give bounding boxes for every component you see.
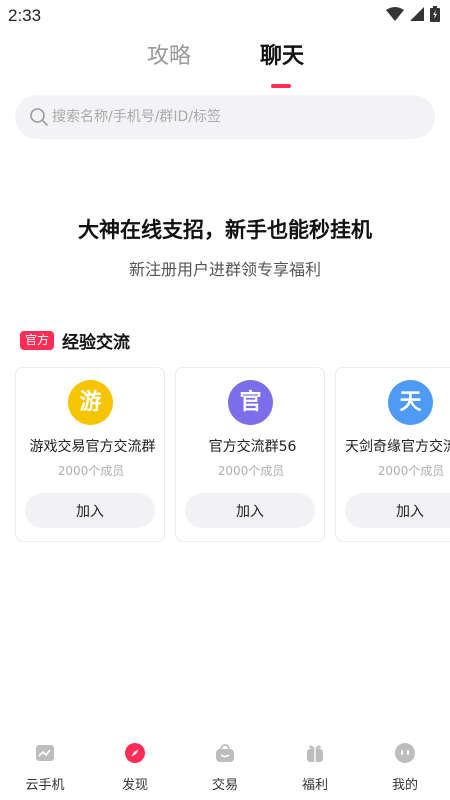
battery-icon xyxy=(430,6,440,22)
hero-subtitle: 新注册用户进群领专享福利 xyxy=(128,260,321,279)
group-avatar: 游 xyxy=(68,380,113,425)
nav-label: 云手机 xyxy=(25,778,65,793)
search-bar[interactable] xyxy=(15,95,435,139)
tab-guide[interactable]: 攻略 xyxy=(147,42,191,76)
join-button[interactable]: 加入 xyxy=(345,493,450,528)
section-header: 官方 经验交流 xyxy=(20,328,130,353)
group-member-count: 2000个成员 xyxy=(217,464,285,478)
trade-icon xyxy=(216,744,234,762)
section-title: 经验交流 xyxy=(62,333,131,353)
tab-chat[interactable]: 聊天 xyxy=(260,42,304,76)
group-card-list[interactable]: 游 游戏交易官方交流群 2000个成员 加入 官 官方交流群56 2000个成员… xyxy=(15,367,450,543)
nav-item-welfare[interactable]: 福利 xyxy=(270,735,360,800)
nav-label: 我的 xyxy=(391,778,418,793)
search-icon xyxy=(30,108,48,126)
bottom-nav: 云手机 发现 交易 福利 我的 xyxy=(0,735,450,800)
group-card[interactable]: 天 天剑奇缘官方交流群 2000个成员 加入 xyxy=(335,367,450,542)
group-avatar: 天 xyxy=(388,380,433,425)
nav-item-discover[interactable]: 发现 xyxy=(90,735,180,800)
nav-label: 福利 xyxy=(301,778,328,793)
profile-icon xyxy=(395,743,415,763)
discover-icon xyxy=(125,743,145,763)
group-name: 官方交流群56 xyxy=(208,439,297,455)
group-name: 天剑奇缘官方交流群 xyxy=(345,439,450,455)
status-icons xyxy=(386,6,440,22)
wifi-icon xyxy=(386,7,404,21)
hero-title: 大神在线支招，新手也能秒挂机 xyxy=(78,218,372,242)
group-avatar: 官 xyxy=(228,380,273,425)
join-button[interactable]: 加入 xyxy=(25,493,155,528)
group-card[interactable]: 游 游戏交易官方交流群 2000个成员 加入 xyxy=(15,367,165,542)
tab-active-indicator xyxy=(271,84,291,88)
group-member-count: 2000个成员 xyxy=(57,464,125,478)
cloud-phone-icon xyxy=(36,745,54,761)
gift-icon xyxy=(307,745,323,762)
nav-label: 交易 xyxy=(211,778,238,793)
status-bar: 2:33 xyxy=(0,0,450,32)
group-member-count: 2000个成员 xyxy=(377,464,445,478)
official-badge: 官方 xyxy=(20,331,55,350)
nav-item-mine[interactable]: 我的 xyxy=(360,735,450,800)
join-button[interactable]: 加入 xyxy=(185,493,315,528)
search-input[interactable] xyxy=(52,95,422,139)
group-card[interactable]: 官 官方交流群56 2000个成员 加入 xyxy=(175,367,325,542)
status-time: 2:33 xyxy=(8,6,42,25)
group-name: 游戏交易官方交流群 xyxy=(29,439,156,455)
signal-icon xyxy=(410,7,424,21)
top-tabs: 攻略 聊天 xyxy=(0,42,450,90)
nav-item-trade[interactable]: 交易 xyxy=(180,735,270,800)
nav-label: 发现 xyxy=(121,778,148,793)
nav-item-cloud-phone[interactable]: 云手机 xyxy=(0,735,90,800)
